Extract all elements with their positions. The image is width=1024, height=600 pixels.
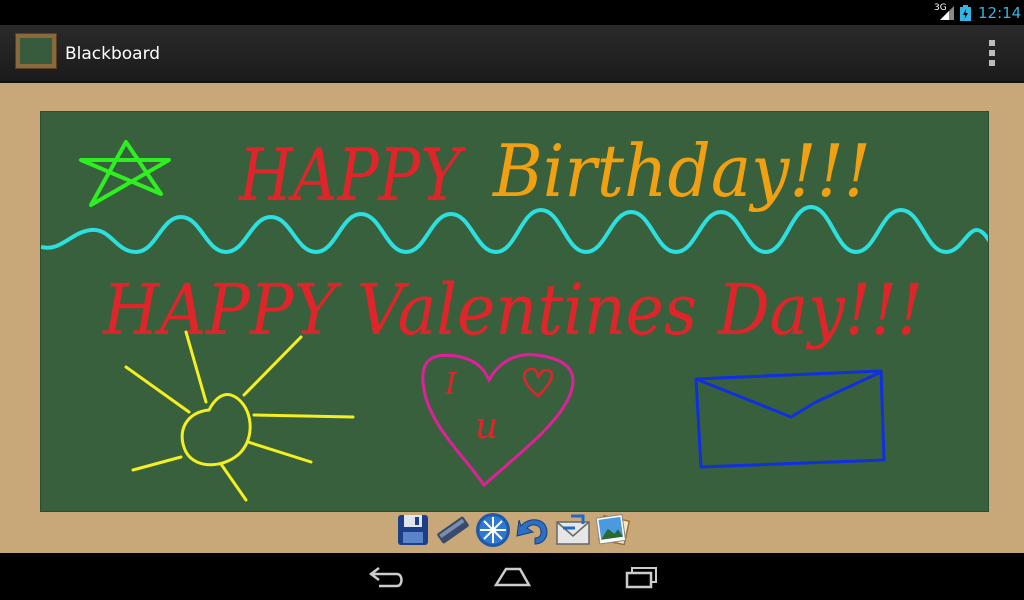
clock: 12:14 xyxy=(978,4,1022,22)
background-image-icon[interactable] xyxy=(595,512,631,548)
heart-letter-i: I xyxy=(444,367,458,402)
heart-drawing: I u xyxy=(421,353,575,488)
recents-icon[interactable] xyxy=(615,561,665,593)
envelope-drawing xyxy=(694,369,886,469)
back-icon[interactable] xyxy=(359,561,409,593)
sun-drawing xyxy=(124,330,355,502)
app-title: Blackboard xyxy=(65,44,161,64)
save-icon[interactable] xyxy=(395,512,431,548)
heart-letter-u: u xyxy=(475,406,498,447)
clear-icon[interactable] xyxy=(475,512,511,548)
small-heart-drawing xyxy=(523,367,554,398)
action-bar: Blackboard xyxy=(0,25,1024,83)
star-drawing xyxy=(79,140,171,207)
overflow-menu-icon[interactable] xyxy=(982,38,1002,68)
app-icon[interactable] xyxy=(15,33,57,69)
signal-icon xyxy=(940,6,954,20)
wave-drawing xyxy=(41,204,988,255)
happy-text-1: HAPPY xyxy=(237,133,466,217)
navigation-bar xyxy=(0,553,1024,600)
birthday-text: Birthday!!! xyxy=(491,129,871,213)
drawing-toolbar xyxy=(395,512,631,550)
blackboard-canvas[interactable]: HAPPY Birthday!!! HAPPY Valentines Day!!… xyxy=(40,111,989,512)
board-frame: HAPPY Birthday!!! HAPPY Valentines Day!!… xyxy=(0,83,1024,553)
valentines-text: HAPPY Valentines Day!!! xyxy=(101,269,923,351)
home-icon[interactable] xyxy=(487,561,537,593)
undo-icon[interactable] xyxy=(515,512,551,548)
status-bar: 3G 12:14 xyxy=(0,0,1024,25)
battery-icon xyxy=(960,5,971,21)
chalk-icon[interactable] xyxy=(435,512,471,548)
share-icon[interactable] xyxy=(555,512,591,548)
